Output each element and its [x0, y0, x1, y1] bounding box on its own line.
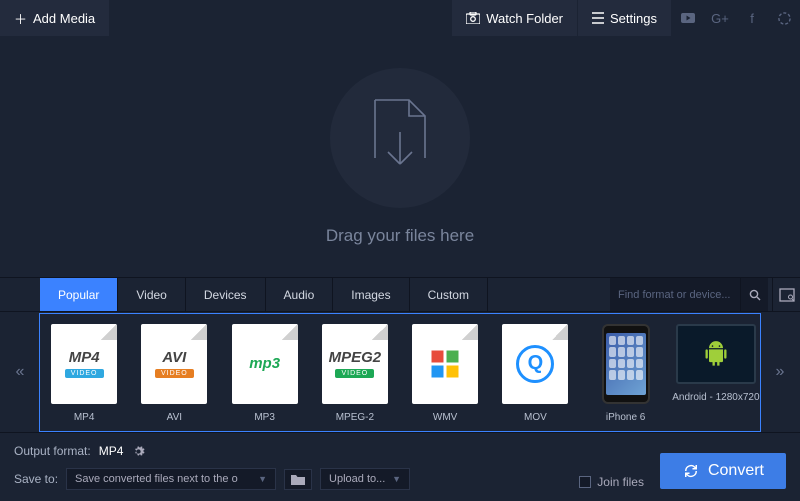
facebook-icon[interactable]: f — [736, 0, 768, 36]
browse-folder-button[interactable] — [284, 469, 312, 490]
presets-container: MP4VIDEOMP4AVIVIDEOAVImp3MP3MPEG2VIDEOMP… — [40, 314, 760, 431]
tab-popular[interactable]: Popular — [40, 278, 118, 311]
preset-mov[interactable]: QMOV — [491, 320, 579, 425]
tab-video[interactable]: Video — [118, 278, 185, 311]
preset-avi[interactable]: AVIVIDEOAVI — [130, 320, 218, 425]
preset-strip: « MP4VIDEOMP4AVIVIDEOAVImp3MP3MPEG2VIDEO… — [0, 312, 800, 432]
strip-next-button[interactable]: » — [760, 363, 800, 381]
google-plus-icon[interactable]: G+ — [704, 0, 736, 36]
format-tabs: PopularVideoDevicesAudioImagesCustom — [0, 277, 800, 312]
folder-icon — [291, 474, 305, 485]
save-to-value: Save converted files next to the o — [75, 473, 238, 485]
preset-label: WMV — [433, 412, 457, 423]
preset-label: AVI — [167, 412, 182, 423]
join-files-label: Join files — [597, 475, 644, 489]
dropzone-message: Drag your files here — [326, 226, 474, 246]
tab-devices[interactable]: Devices — [186, 278, 266, 311]
preset-label: Android - 1280x720 — [672, 392, 759, 403]
settings-button[interactable]: Settings — [578, 0, 672, 36]
dropzone[interactable]: Drag your files here — [0, 36, 800, 277]
search-button[interactable] — [740, 278, 768, 311]
preset-label: MP3 — [254, 412, 275, 423]
convert-label: Convert — [708, 462, 764, 480]
chevron-down-icon: ▼ — [258, 474, 267, 484]
watch-folder-button[interactable]: Watch Folder — [452, 0, 578, 36]
preset-label: MPEG-2 — [336, 412, 374, 423]
checkbox-icon — [579, 476, 591, 488]
upload-to-label: Upload to... — [329, 473, 385, 485]
tab-images[interactable]: Images — [333, 278, 409, 311]
output-format-label: Output format: — [14, 444, 91, 458]
save-to-label: Save to: — [14, 472, 58, 486]
add-media-button[interactable]: ＋ Add Media — [0, 0, 110, 36]
convert-button[interactable]: Convert — [660, 453, 786, 489]
watch-folder-label: Watch Folder — [486, 11, 563, 26]
convert-icon — [682, 462, 700, 480]
join-files-checkbox[interactable]: Join files — [579, 475, 644, 489]
camera-icon — [466, 12, 480, 24]
preset-iphone-6[interactable]: iPhone 6 — [582, 320, 670, 425]
preset-wmv[interactable]: WMV — [401, 320, 489, 425]
help-icon[interactable] — [768, 0, 800, 36]
preset-mp3[interactable]: mp3MP3 — [221, 320, 309, 425]
plus-icon: ＋ — [14, 9, 27, 28]
settings-label: Settings — [610, 11, 657, 26]
search-wrap — [610, 278, 800, 311]
output-format-value: MP4 — [99, 444, 124, 458]
expand-search-button[interactable] — [772, 278, 800, 311]
tab-audio[interactable]: Audio — [266, 278, 334, 311]
preset-mpeg-2[interactable]: MPEG2VIDEOMPEG-2 — [311, 320, 399, 425]
strip-prev-button[interactable]: « — [0, 363, 40, 381]
bottombar: Output format: MP4 Save to: Save convert… — [0, 432, 800, 501]
tab-custom[interactable]: Custom — [410, 278, 488, 311]
preset-mp4[interactable]: MP4VIDEOMP4 — [40, 320, 128, 425]
chevron-down-icon: ▼ — [392, 474, 401, 484]
preset-label: MP4 — [74, 412, 95, 423]
menu-icon — [592, 12, 604, 24]
preset-android-1280x720[interactable]: Android - 1280x720 — [672, 320, 760, 425]
search-input[interactable] — [610, 278, 740, 311]
preset-label: iPhone 6 — [606, 412, 645, 423]
file-drop-icon — [330, 68, 470, 208]
output-format-settings-button[interactable] — [131, 444, 145, 458]
save-to-select[interactable]: Save converted files next to the o ▼ — [66, 468, 276, 490]
upload-to-select[interactable]: Upload to... ▼ — [320, 468, 410, 490]
topbar: ＋ Add Media Watch Folder Settings G+ f — [0, 0, 800, 36]
add-media-label: Add Media — [33, 11, 95, 26]
preset-label: MOV — [524, 412, 547, 423]
youtube-icon[interactable] — [672, 0, 704, 36]
